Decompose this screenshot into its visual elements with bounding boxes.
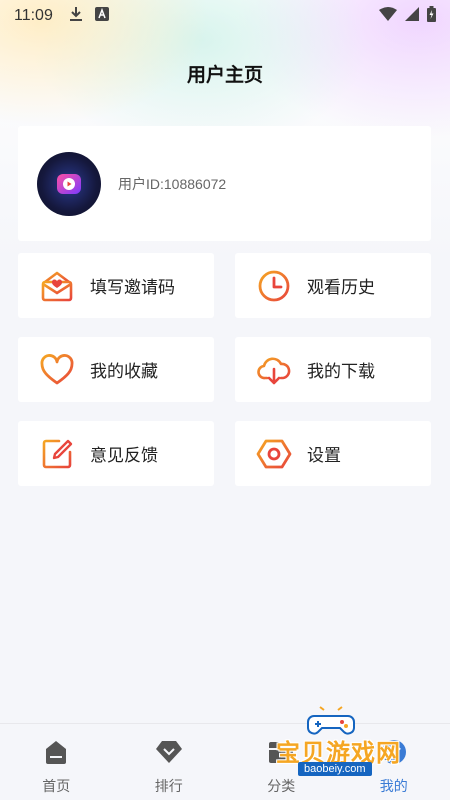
my-downloads-button[interactable]: 我的下载 xyxy=(235,337,431,402)
watch-history-button[interactable]: 观看历史 xyxy=(235,253,431,318)
video-app-logo-icon xyxy=(57,173,81,194)
profile-card[interactable]: 用户ID:10886072 xyxy=(18,126,431,241)
my-downloads-label: 我的下载 xyxy=(307,362,375,382)
favorites-button[interactable]: 我的收藏 xyxy=(18,337,214,402)
watch-history-label: 观看历史 xyxy=(307,278,375,298)
user-id-label: 用户ID:10886072 xyxy=(118,175,227,192)
avatar[interactable] xyxy=(37,151,101,216)
favorites-label: 我的收藏 xyxy=(90,362,158,382)
tab-ranking-label: 排行 xyxy=(154,779,183,795)
clock-icon xyxy=(255,267,293,305)
settings-button[interactable]: 设置 xyxy=(235,421,431,486)
status-bar: 11:09 xyxy=(0,0,450,32)
edit-feedback-icon xyxy=(38,435,76,473)
invite-code-label: 填写邀请码 xyxy=(90,278,175,298)
ranking-icon xyxy=(155,738,183,766)
home-icon xyxy=(42,738,70,766)
invite-code-button[interactable]: 填写邀请码 xyxy=(18,253,214,318)
signal-icon xyxy=(405,7,419,25)
invitation-envelope-icon xyxy=(38,267,76,305)
battery-icon xyxy=(427,6,436,26)
heart-icon xyxy=(38,351,76,389)
watermark-url: baobeiy.com xyxy=(298,762,372,776)
tab-home-label: 首页 xyxy=(42,779,71,795)
tab-home[interactable]: 首页 xyxy=(0,724,113,800)
feedback-button[interactable]: 意见反馈 xyxy=(18,421,214,486)
app-notification-icon xyxy=(94,7,109,25)
download-icon xyxy=(69,6,83,26)
settings-hexagon-icon xyxy=(255,435,293,473)
page-title: 用户主页 xyxy=(186,64,263,86)
tab-ranking[interactable]: 排行 xyxy=(113,724,226,800)
feedback-label: 意见反馈 xyxy=(90,446,158,466)
status-time: 11:09 xyxy=(14,7,53,24)
cloud-download-icon xyxy=(255,351,293,389)
settings-label: 设置 xyxy=(307,446,341,466)
watermark: 宝贝游戏网 baobeiy.com xyxy=(272,700,450,790)
wifi-icon xyxy=(379,7,397,25)
